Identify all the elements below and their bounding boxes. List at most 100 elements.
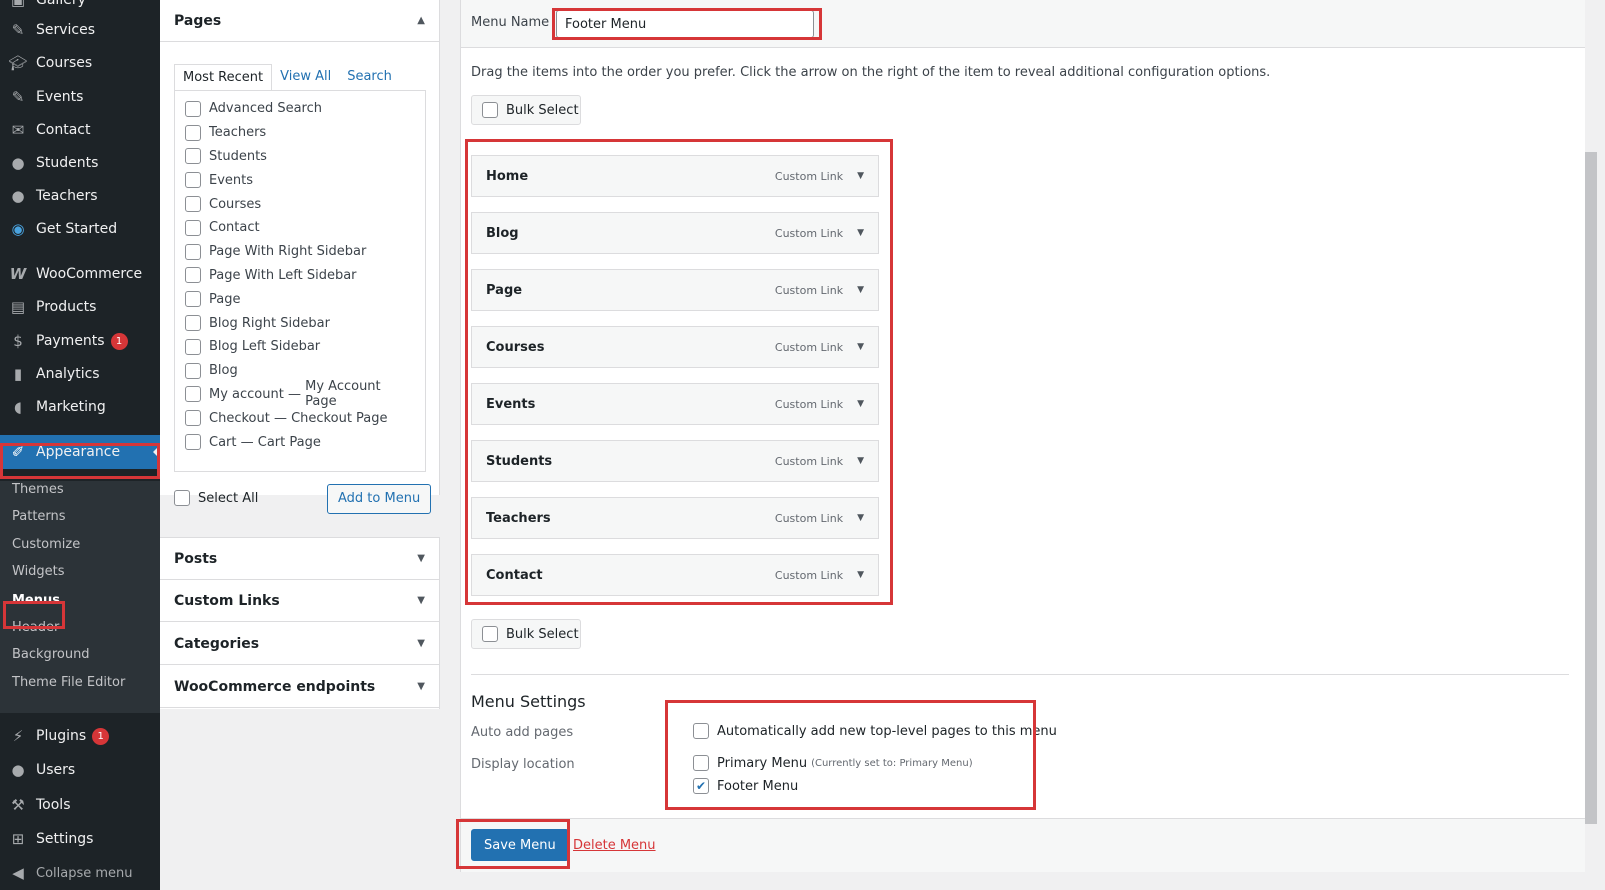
expand-arrow-icon[interactable]: ▼ [857, 285, 864, 295]
scrollbar-thumb[interactable] [1585, 152, 1597, 824]
submenu-themes[interactable]: Themes [0, 475, 160, 503]
list-item[interactable]: Contact [185, 216, 415, 240]
menu-item[interactable]: Teachers Custom Link ▼ [471, 497, 879, 539]
page-checkbox[interactable] [185, 362, 201, 379]
sidebar-item-marketing[interactable]: ◖ Marketing [0, 390, 160, 424]
sidebar-item-courses[interactable]: 🎓︎ Courses [0, 46, 160, 80]
list-item[interactable]: Students [185, 145, 415, 169]
save-menu-button[interactable]: Save Menu [471, 829, 569, 861]
expand-arrow-icon[interactable]: ▼ [857, 228, 864, 238]
tab-view-all[interactable]: View All [272, 64, 339, 91]
archive-icon: ▤ [10, 298, 26, 316]
list-item[interactable]: Blog Right Sidebar [185, 311, 415, 335]
menu-item[interactable]: Page Custom Link ▼ [471, 269, 879, 311]
submenu-header[interactable]: Header [0, 613, 160, 641]
list-item[interactable]: Advanced Search [185, 97, 415, 121]
expand-arrow-icon[interactable]: ▼ [857, 570, 864, 580]
list-item[interactable]: Blog Left Sidebar [185, 335, 415, 359]
expand-arrow-icon[interactable]: ▼ [857, 171, 864, 181]
page-checkbox[interactable] [185, 124, 201, 141]
menu-item[interactable]: Home Custom Link ▼ [471, 155, 879, 197]
list-item[interactable]: Page With Right Sidebar [185, 240, 415, 264]
sidebar-item-settings[interactable]: ⊞ Settings [0, 822, 160, 856]
sidebar-item-services[interactable]: ✎ Services [0, 13, 160, 47]
page-checkbox[interactable] [185, 100, 201, 117]
list-item[interactable]: Cart — Cart Page [185, 430, 415, 454]
drag-instructions: Drag the items into the order you prefer… [471, 65, 1271, 80]
list-item[interactable]: My account — My Account Page [185, 379, 415, 409]
location-primary-menu[interactable]: Primary Menu (Currently set to: Primary M… [693, 755, 973, 771]
location-footer-menu[interactable]: ✔ Footer Menu [693, 778, 798, 794]
sidebar-item-tools[interactable]: ⚒︎ Tools [0, 788, 160, 822]
tab-search[interactable]: Search [339, 64, 400, 91]
sidebar-item-contact[interactable]: ✉ Contact [0, 113, 160, 147]
submenu-theme-file-editor[interactable]: Theme File Editor [0, 668, 160, 696]
footer-menu-checkbox[interactable]: ✔ [693, 778, 709, 794]
primary-menu-checkbox[interactable] [693, 755, 709, 771]
menu-item[interactable]: Contact Custom Link ▼ [471, 554, 879, 596]
tab-most-recent[interactable]: Most Recent [174, 64, 273, 91]
submenu-widgets[interactable]: Widgets [0, 557, 160, 585]
sidebar-item-teachers[interactable]: ● Teachers [0, 179, 160, 213]
menu-name-input[interactable] [556, 10, 814, 38]
submenu-menus[interactable]: Menus [0, 586, 160, 614]
page-checkbox[interactable] [185, 243, 201, 260]
sidebar-item-payments[interactable]: $ Payments 1 [0, 324, 160, 358]
page-checkbox[interactable] [185, 219, 201, 236]
page-checkbox[interactable] [185, 410, 201, 427]
submenu-patterns[interactable]: Patterns [0, 502, 160, 530]
sidebar-item-get-started[interactable]: ◉ Get Started [0, 212, 160, 246]
bulk-select-bottom[interactable]: Bulk Select [471, 619, 581, 649]
submenu-customize[interactable]: Customize [0, 530, 160, 558]
page-checkbox[interactable] [185, 196, 201, 213]
page-checkbox[interactable] [185, 386, 201, 403]
user-icon: ● [11, 154, 25, 172]
expand-arrow-icon[interactable]: ▼ [857, 456, 864, 466]
sidebar-item-products[interactable]: ▤ Products [0, 290, 160, 324]
pages-panel-header[interactable]: Pages ▲ [160, 0, 439, 42]
list-item[interactable]: Teachers [185, 121, 415, 145]
sidebar-item-events[interactable]: ✎ Events [0, 80, 160, 114]
categories-panel-header[interactable]: Categories ▼ [160, 623, 439, 665]
page-checkbox[interactable] [185, 434, 201, 451]
list-item[interactable]: Checkout — Checkout Page [185, 406, 415, 430]
page-checkbox[interactable] [185, 267, 201, 284]
add-to-menu-button[interactable]: Add to Menu [327, 484, 432, 514]
menu-item[interactable]: Blog Custom Link ▼ [471, 212, 879, 254]
page-checkbox[interactable] [185, 315, 201, 332]
menu-item[interactable]: Students Custom Link ▼ [471, 440, 879, 482]
list-item[interactable]: Courses [185, 192, 415, 216]
bulk-select-checkbox[interactable] [482, 102, 498, 118]
menu-item[interactable]: Events Custom Link ▼ [471, 383, 879, 425]
page-checkbox[interactable] [185, 148, 201, 165]
select-all[interactable]: Select All [174, 490, 258, 506]
posts-panel-header[interactable]: Posts ▼ [160, 538, 439, 580]
list-item[interactable]: Page With Left Sidebar [185, 264, 415, 288]
expand-arrow-icon[interactable]: ▼ [857, 399, 864, 409]
submenu-background[interactable]: Background [0, 640, 160, 668]
page-checkbox[interactable] [185, 291, 201, 308]
expand-arrow-icon[interactable]: ▼ [857, 513, 864, 523]
menu-item[interactable]: Courses Custom Link ▼ [471, 326, 879, 368]
auto-add-option[interactable]: Automatically add new top-level pages to… [693, 723, 1057, 739]
bulk-select-top[interactable]: Bulk Select [471, 95, 581, 125]
list-item[interactable]: Page [185, 287, 415, 311]
sidebar-item-analytics[interactable]: ▮ Analytics [0, 357, 160, 391]
sidebar-item-users[interactable]: ● Users [0, 753, 160, 787]
custom-links-panel-header[interactable]: Custom Links ▼ [160, 580, 439, 622]
sidebar-item-appearance[interactable]: ✐ Appearance [0, 435, 160, 469]
auto-add-checkbox[interactable] [693, 723, 709, 739]
list-item[interactable]: Events [185, 168, 415, 192]
collapse-menu-button[interactable]: ◀ Collapse menu [0, 856, 160, 890]
page-checkbox[interactable] [185, 338, 201, 355]
page-checkbox[interactable] [185, 172, 201, 189]
expand-arrow-icon[interactable]: ▼ [857, 342, 864, 352]
sidebar-item-students[interactable]: ● Students [0, 146, 160, 180]
woocommerce-endpoints-panel-header[interactable]: WooCommerce endpoints ▼ [160, 666, 439, 708]
delete-menu-link[interactable]: Delete Menu [573, 838, 656, 853]
sidebar-item-woocommerce[interactable]: W WooCommerce [0, 257, 160, 291]
sidebar-item-plugins[interactable]: ⚡︎ Plugins 1 [0, 719, 160, 753]
megaphone-icon: ◖ [14, 398, 22, 416]
bulk-select-checkbox[interactable] [482, 626, 498, 642]
select-all-checkbox[interactable] [174, 490, 190, 506]
